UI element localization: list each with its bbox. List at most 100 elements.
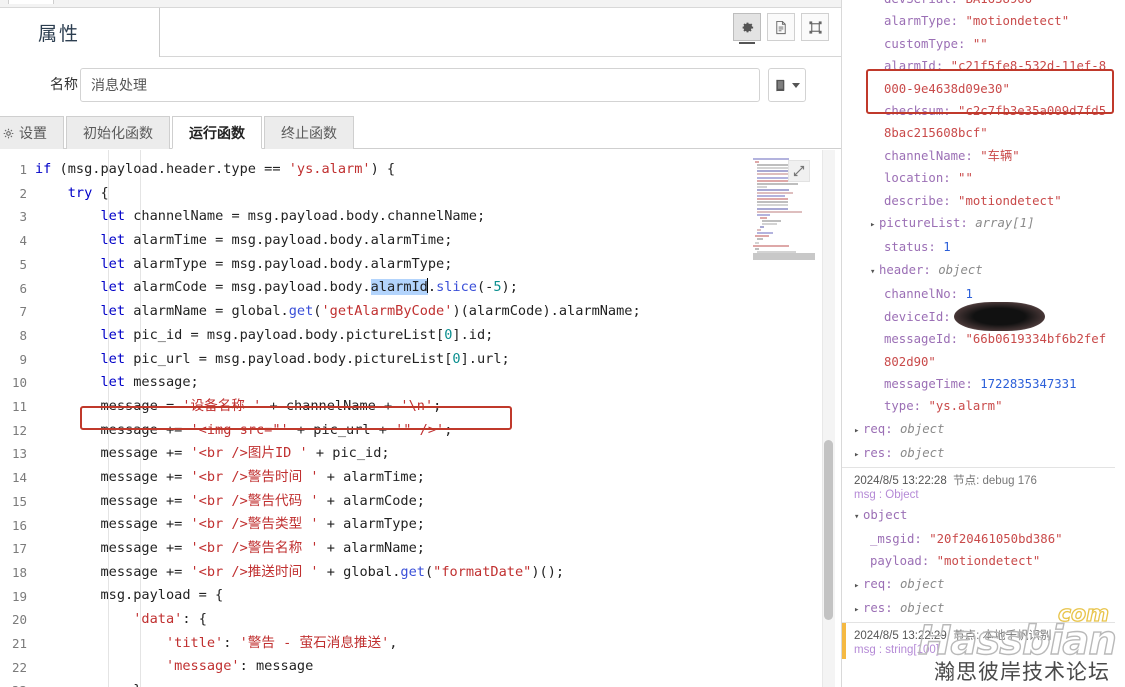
- debug-panel[interactable]: devSerial: BA1638966alarmType: "motionde…: [841, 0, 1125, 687]
- editor-pane: 属性 名称 消息处理 设置 初始化函数 运行函数 终止函数 1 2 3 4 5 …: [0, 0, 841, 687]
- tab-stop-function[interactable]: 终止函数: [264, 116, 354, 149]
- minimap-slider[interactable]: [753, 253, 815, 260]
- caret-right-icon[interactable]: ▸: [854, 599, 863, 621]
- line-number: 21: [11, 636, 27, 652]
- document-icon: [776, 20, 786, 34]
- debug-property-key: res:: [863, 446, 893, 461]
- gear-icon: [742, 22, 753, 32]
- debug-property-row[interactable]: ▸ req: object: [854, 573, 1111, 597]
- code-editor[interactable]: 1234567891011121314151617181920212223242…: [0, 150, 841, 687]
- debug-property-value: "": [972, 36, 988, 51]
- debug-property-value: object: [938, 262, 983, 277]
- debug-message[interactable]: devSerial: BA1638966alarmType: "motionde…: [842, 0, 1125, 467]
- debug-property-key: checksum:: [884, 104, 951, 119]
- debug-property-value: object: [900, 421, 945, 436]
- line-number: 12: [11, 422, 27, 438]
- gear-icon-button[interactable]: [733, 13, 761, 44]
- debug-property-key: alarmType:: [884, 14, 959, 29]
- debug-property-value: "": [958, 171, 973, 186]
- tab-init-function[interactable]: 初始化函数: [66, 116, 170, 149]
- appearance-icon-button[interactable]: [801, 13, 829, 41]
- minimap-line: [757, 238, 764, 241]
- debug-property-value: object: [900, 576, 945, 591]
- line-number: 5: [19, 256, 27, 272]
- line-number-gutter: 1234567891011121314151617181920212223242…: [0, 150, 31, 687]
- document-icon-button[interactable]: [767, 13, 795, 41]
- debug-property-value: array[1]: [975, 216, 1035, 231]
- line-number: 7: [19, 304, 27, 320]
- library-button[interactable]: [768, 68, 806, 102]
- debug-message-topic: msg : Object: [854, 488, 919, 501]
- debug-property-key: payload:: [870, 554, 930, 569]
- code-line: let channelName = msg.payload.body.chann…: [100, 208, 486, 225]
- debug-property-key: res:: [863, 601, 893, 616]
- caret-down-icon[interactable]: ▾: [870, 261, 879, 283]
- debug-message[interactable]: 2024/8/5 13:22:29 节点: 本地千帆识别 msg : string…: [842, 621, 1125, 659]
- node-red-function-editor: 属性 名称 消息处理 设置 初始化函数 运行函数 终止函数 1 2 3 4 5 …: [0, 0, 1125, 687]
- debug-property-row: messageId: "66b0619334bf6b2fef802d90": [854, 328, 1111, 373]
- code-content[interactable]: if (msg.payload.header.type == 'ys.alarm…: [35, 150, 841, 687]
- code-line: message += '<br />图片ID ' + pic_id;: [35, 445, 390, 462]
- caret-right-icon[interactable]: ▸: [870, 214, 879, 236]
- line-number: 20: [11, 612, 27, 628]
- debug-property-key: req:: [863, 421, 893, 436]
- caret-right-icon[interactable]: ▸: [854, 575, 863, 597]
- debug-property-key: customType:: [884, 36, 966, 51]
- line-number: 1: [19, 162, 27, 177]
- name-input[interactable]: [80, 68, 760, 102]
- debug-property-value-redacted: "BA1638966": [954, 301, 1046, 332]
- function-tabs: 设置 初始化函数 运行函数 终止函数: [0, 113, 841, 149]
- code-line: let alarmTime = msg.payload.body.alarmTi…: [100, 232, 453, 249]
- debug-property-row[interactable]: ▸ res: object: [854, 597, 1111, 621]
- debug-property-key: channelNo:: [884, 287, 959, 302]
- debug-property-value: "车辆": [980, 148, 1020, 163]
- panel-tab-properties[interactable]: 属性: [0, 8, 160, 57]
- debug-scrollbar[interactable]: [1115, 0, 1125, 687]
- debug-property-row[interactable]: ▸ res: object: [854, 442, 1111, 466]
- minimap-line: [759, 226, 764, 229]
- debug-property-key: pictureList:: [879, 216, 968, 231]
- debug-property-row: type: "ys.alarm": [854, 395, 1111, 417]
- expand-icon-button[interactable]: [788, 160, 810, 182]
- minimap-line: [753, 158, 790, 160]
- tab-run-function[interactable]: 运行函数: [172, 116, 262, 149]
- book-icon: [776, 79, 785, 91]
- line-number: 10: [11, 375, 27, 391]
- minimap-line: [757, 195, 786, 198]
- panel-header: 属性: [0, 8, 841, 57]
- debug-property-row[interactable]: ▸ pictureList: array[1]: [854, 212, 1111, 236]
- code-line: let alarmCode = msg.payload.body.alarmId…: [100, 278, 518, 296]
- minimap-line: [755, 247, 760, 250]
- debug-property-key: location:: [884, 171, 951, 186]
- line-number: 18: [11, 564, 27, 580]
- debug-property-row[interactable]: ▾ object: [854, 504, 1111, 528]
- line-number: 11: [11, 399, 27, 415]
- debug-property-key: type:: [884, 399, 922, 414]
- caret-down-icon[interactable]: ▾: [854, 506, 863, 528]
- code-line: if (msg.payload.header.type == 'ys.alarm…: [35, 161, 396, 177]
- code-line: let message;: [100, 374, 199, 391]
- debug-property-row: describe: "motiondetect": [854, 190, 1111, 212]
- debug-message[interactable]: 2024/8/5 13:22:28 节点: debug 176 msg : Obj…: [842, 466, 1125, 622]
- debug-property-row[interactable]: ▾ header: object: [854, 259, 1111, 283]
- tab-settings-label: 设置: [19, 125, 47, 141]
- caret-right-icon[interactable]: ▸: [854, 420, 863, 442]
- code-line: try {: [67, 184, 109, 201]
- debug-property-value: "motiondetect": [958, 193, 1062, 208]
- debug-node-label: 节点: 本地千帆识别: [953, 629, 1052, 642]
- name-row: 名称: [0, 58, 841, 112]
- tab-settings[interactable]: 设置: [0, 116, 64, 149]
- debug-property-value: 1722835347331: [980, 376, 1077, 391]
- gear-icon: [3, 128, 14, 138]
- caret-right-icon[interactable]: ▸: [854, 444, 863, 466]
- debug-property-value: "motiondetect": [936, 554, 1041, 569]
- line-number: 2: [19, 185, 27, 201]
- debug-property-key: status:: [884, 240, 936, 255]
- debug-property-row: messageTime: 1722835347331: [854, 373, 1111, 395]
- debug-property-value: object: [900, 446, 945, 461]
- debug-property-key: alarmId:: [884, 59, 944, 74]
- chevron-down-icon: [792, 82, 800, 88]
- debug-property-value: "ys.alarm": [928, 399, 1003, 414]
- editor-scrollbar-thumb[interactable]: [824, 440, 833, 620]
- debug-property-row[interactable]: ▸ req: object: [854, 418, 1111, 442]
